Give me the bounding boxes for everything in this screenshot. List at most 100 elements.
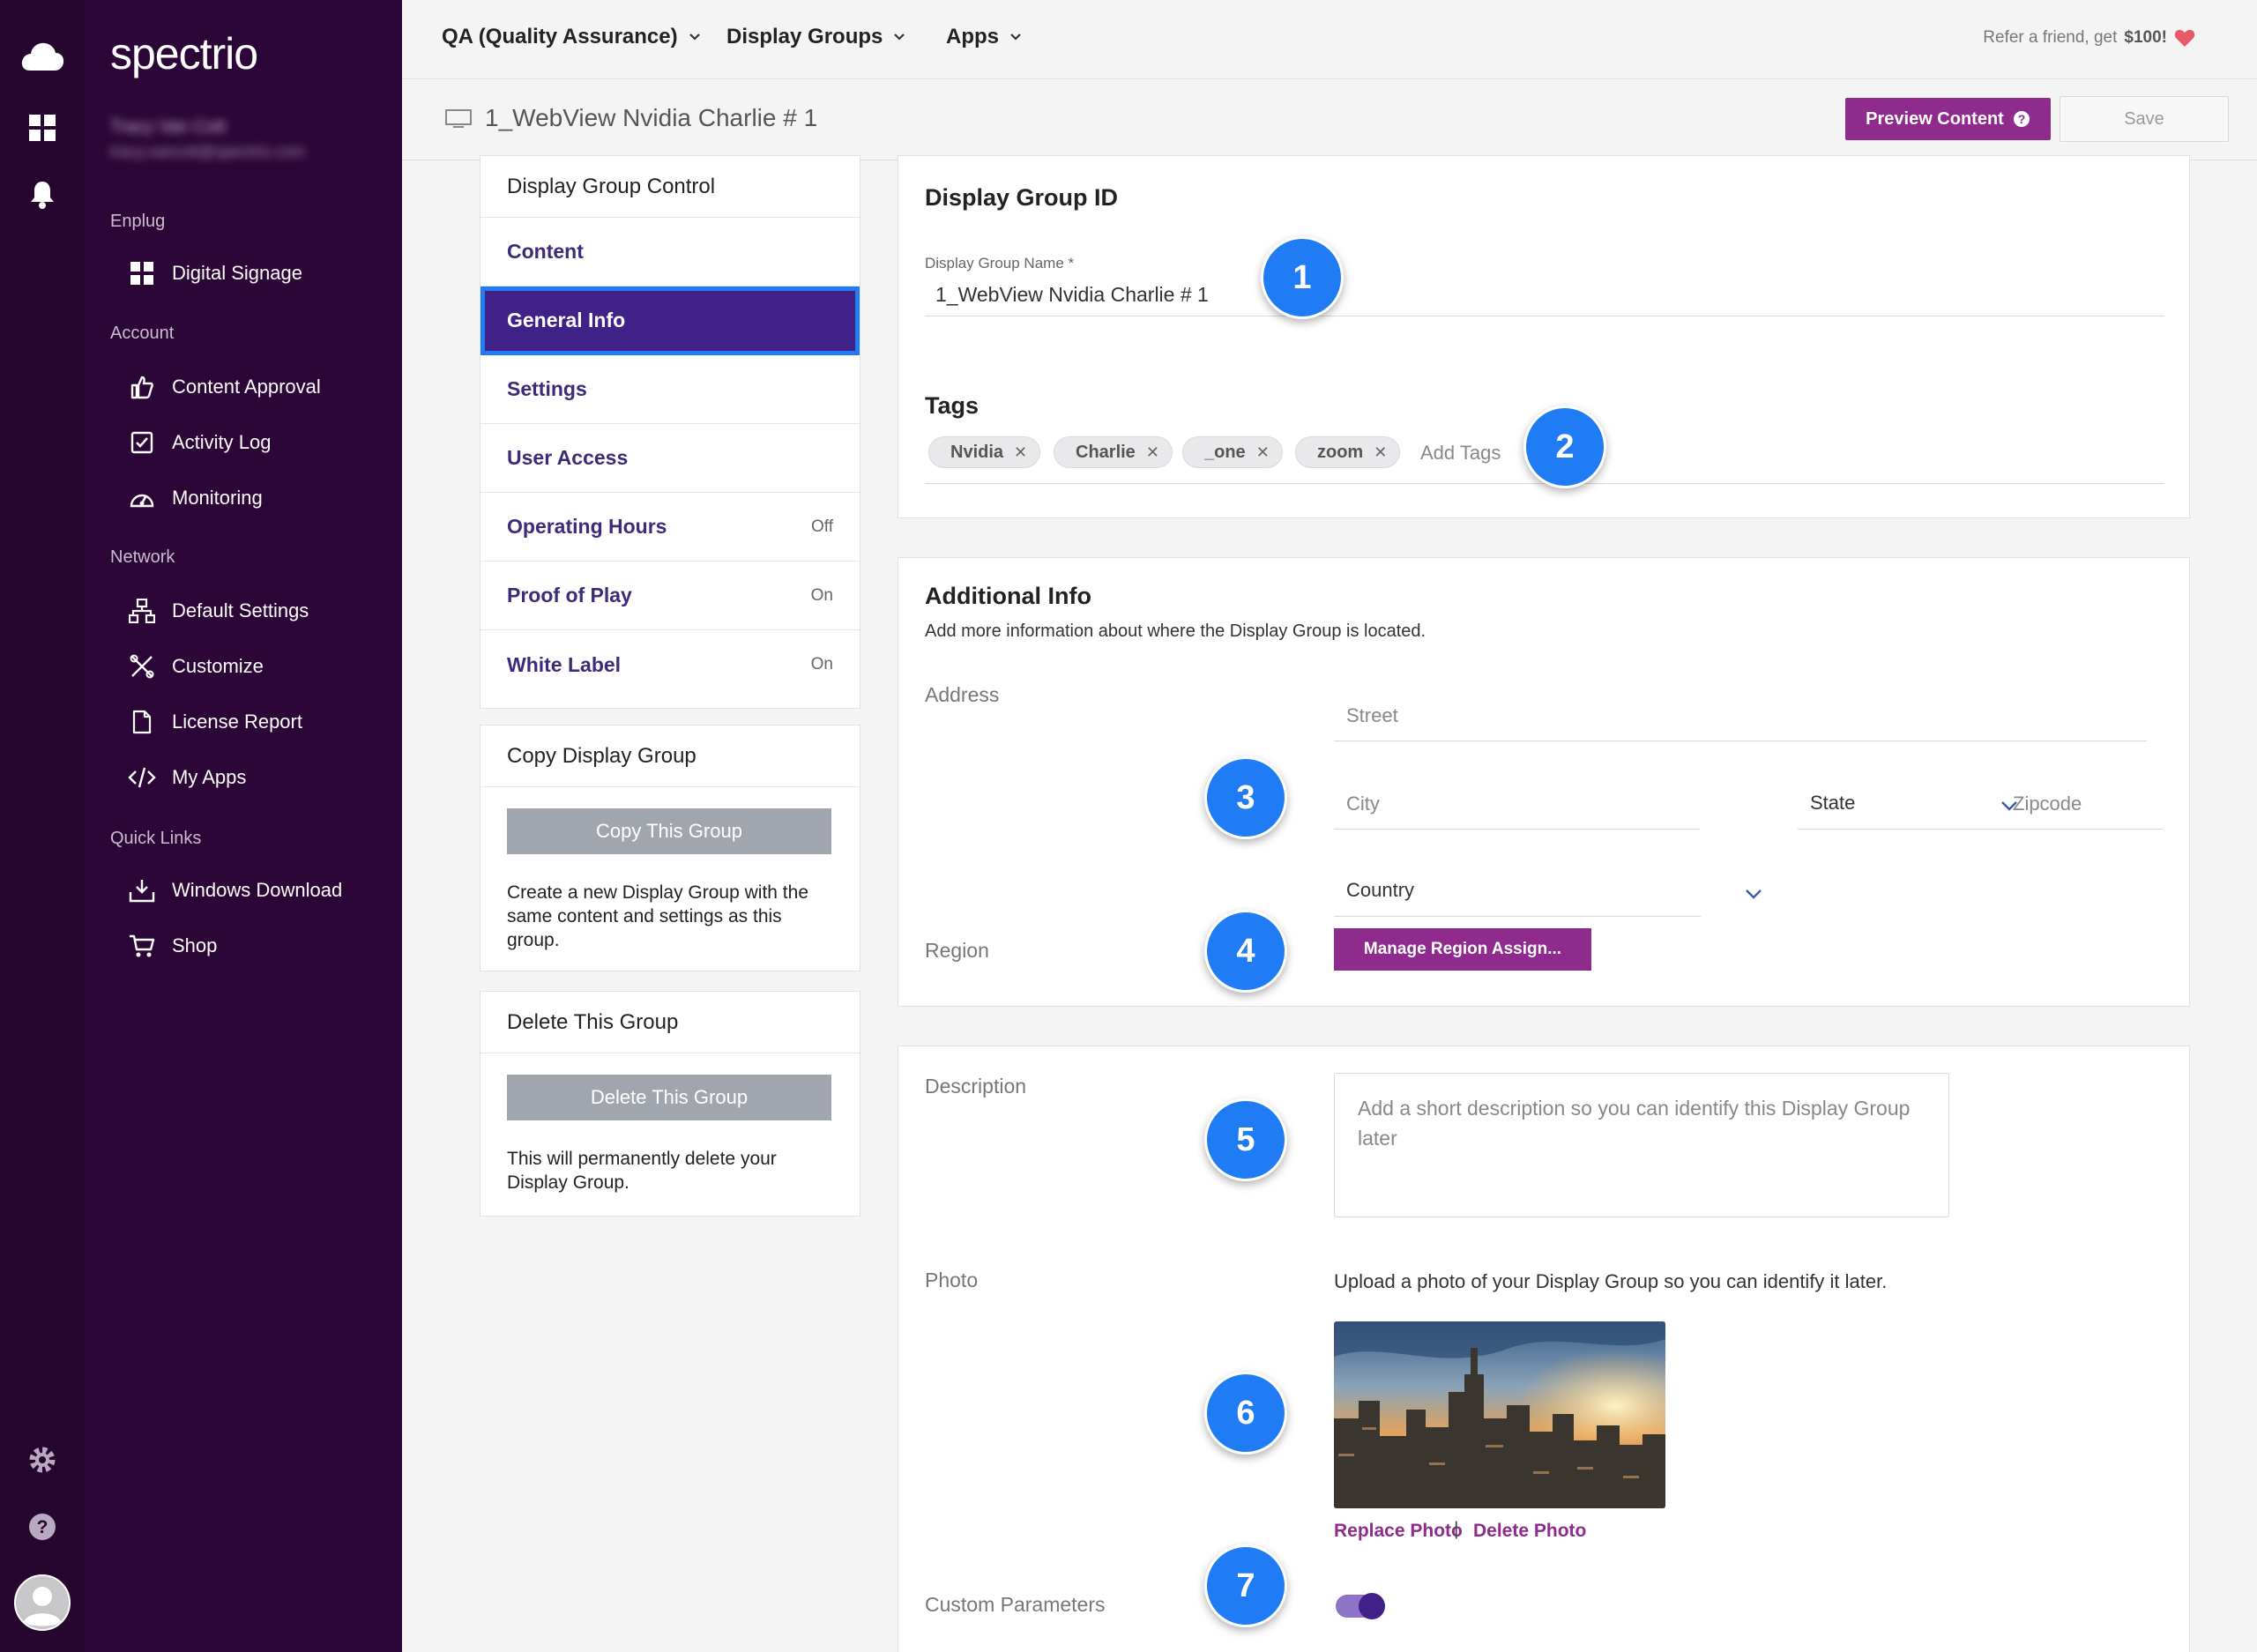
custom-parameters-toggle[interactable] — [1336, 1593, 1385, 1619]
help-icon: ? — [2013, 111, 2030, 127]
sidebar-item-default-settings[interactable]: Default Settings — [128, 593, 309, 629]
menu-organization[interactable]: QA (Quality Assurance) — [442, 25, 701, 49]
tab-general-info[interactable]: General Info — [480, 286, 860, 355]
help-icon[interactable]: ? — [0, 1513, 84, 1541]
dashboard-icon[interactable] — [0, 115, 84, 141]
avatar[interactable] — [0, 1574, 84, 1631]
tab-operating-hours[interactable]: Operating Hours Off — [480, 493, 860, 562]
tag-chip[interactable]: zoom ✕ — [1295, 436, 1401, 468]
delete-group-panel: Delete This Group Delete This Group This… — [480, 991, 860, 1217]
copy-group-button[interactable]: Copy This Group — [507, 808, 831, 854]
tab-state: On — [810, 655, 833, 673]
menu-display-groups[interactable]: Display Groups — [726, 25, 905, 49]
country-select[interactable]: Country — [1346, 879, 1414, 902]
street-input[interactable]: Street — [1346, 704, 1398, 727]
description-textarea[interactable]: Add a short description so you can ident… — [1334, 1073, 1949, 1217]
delete-photo-link[interactable]: Delete Photo — [1473, 1521, 1586, 1542]
sidebar-item-license-report[interactable]: License Report — [128, 704, 302, 740]
close-icon[interactable]: ✕ — [1374, 443, 1387, 462]
tab-content[interactable]: Content — [480, 218, 860, 286]
tag-label: Charlie — [1076, 442, 1136, 462]
sidebar-item-label: Shop — [172, 934, 218, 956]
chevron-down-icon[interactable] — [1745, 888, 1762, 900]
add-tags-input[interactable]: Add Tags — [1420, 442, 1501, 465]
sidebar-item-customize[interactable]: Customize — [128, 649, 264, 684]
zipcode-underline — [2002, 829, 2163, 830]
sidebar-item-label: Digital Signage — [172, 262, 302, 284]
sidebar-item-label: License Report — [172, 711, 302, 733]
sidebar-item-activity-log[interactable]: Activity Log — [128, 425, 272, 460]
photo-label: Photo — [925, 1269, 979, 1291]
panel-title: Display Group Control — [480, 156, 860, 218]
section-label-network: Network — [110, 547, 175, 567]
menu-label: QA (Quality Assurance) — [442, 25, 678, 48]
refer-friend-link[interactable]: Refer a friend, get $100! — [1983, 28, 2195, 48]
tab-white-label[interactable]: White Label On — [480, 630, 860, 699]
save-button[interactable]: Save — [2060, 96, 2229, 142]
state-select[interactable]: State — [1810, 792, 1855, 815]
close-icon[interactable]: ✕ — [1146, 443, 1159, 462]
display-group-photo — [1334, 1321, 1665, 1508]
address-label: Address — [925, 683, 1000, 706]
section-label-enplug: Enplug — [110, 212, 166, 231]
copy-group-description: Create a new Display Group with the same… — [507, 882, 808, 950]
preview-content-button[interactable]: Preview Content ? — [1845, 98, 2051, 140]
sidebar-item-label: Monitoring — [172, 487, 263, 509]
callout-badge: 4 — [1204, 910, 1287, 993]
name-field-label: Display Group Name * — [925, 255, 1075, 272]
tab-state: On — [810, 585, 833, 605]
callout-badge: 5 — [1204, 1098, 1287, 1181]
tab-label: User Access — [507, 446, 629, 469]
sidebar-item-content-approval[interactable]: Content Approval — [128, 369, 321, 405]
chevron-down-icon — [689, 33, 700, 41]
sidebar-item-shop[interactable]: Shop — [128, 928, 217, 964]
tab-label: Settings — [507, 377, 587, 400]
sidebar-item-my-apps[interactable]: My Apps — [128, 760, 246, 795]
cloud-icon[interactable] — [0, 41, 84, 72]
tab-label: Proof of Play — [507, 584, 632, 606]
close-icon[interactable]: ✕ — [1014, 443, 1027, 462]
refer-text: Refer a friend, get — [1983, 28, 2118, 47]
tab-label: Operating Hours — [507, 515, 667, 538]
city-input[interactable]: City — [1346, 793, 1380, 815]
callout-badge: 3 — [1204, 756, 1287, 839]
tag-label: Nvidia — [950, 442, 1004, 462]
preview-label: Preview Content — [1866, 108, 2004, 129]
tag-chip[interactable]: Charlie ✕ — [1054, 436, 1173, 468]
details-card: Description Add a short description so y… — [898, 1046, 2190, 1652]
close-icon[interactable]: ✕ — [1256, 443, 1270, 462]
tab-settings[interactable]: Settings — [480, 355, 860, 424]
main-content: Display Group Control Content General In… — [402, 155, 2257, 1652]
bell-icon[interactable] — [0, 180, 84, 210]
tab-proof-of-play[interactable]: Proof of Play On — [480, 562, 860, 630]
sidebar-item-windows-download[interactable]: Windows Download — [128, 873, 342, 908]
gear-icon[interactable] — [0, 1446, 84, 1474]
brand-logo[interactable]: spectrio — [110, 28, 258, 79]
section-label-quick-links: Quick Links — [110, 829, 202, 848]
tab-user-access[interactable]: User Access — [480, 424, 860, 493]
callout-badge: 7 — [1204, 1544, 1287, 1627]
zipcode-input[interactable]: Zipcode — [2013, 793, 2082, 815]
download-icon — [128, 876, 156, 904]
tag-chip[interactable]: Nvidia ✕ — [928, 436, 1041, 468]
page-header: 1_WebView Nvidia Charlie # 1 Preview Con… — [402, 79, 2257, 160]
chevron-down-icon — [894, 33, 905, 41]
menu-apps[interactable]: Apps — [946, 25, 1022, 49]
link-separator: | — [1454, 1519, 1459, 1539]
panel-title: Copy Display Group — [480, 726, 860, 787]
gauge-icon — [128, 484, 156, 512]
sidebar-item-label: Activity Log — [172, 431, 272, 453]
sidebar-item-digital-signage[interactable]: Digital Signage — [128, 256, 302, 291]
page-title: 1_WebView Nvidia Charlie # 1 — [444, 104, 817, 132]
delete-group-button[interactable]: Delete This Group — [507, 1075, 831, 1120]
tag-chip[interactable]: _one ✕ — [1182, 436, 1283, 468]
section-label-account: Account — [110, 324, 175, 343]
display-group-name-input[interactable]: 1_WebView Nvidia Charlie # 1 — [935, 283, 1209, 307]
tab-label: White Label — [507, 652, 622, 676]
sidebar-item-label: Windows Download — [172, 879, 343, 901]
custom-parameters-label: Custom Parameters — [925, 1593, 1106, 1616]
replace-photo-link[interactable]: Replace Photo — [1334, 1521, 1463, 1542]
manage-region-button[interactable]: Manage Region Assign... — [1334, 928, 1591, 971]
sidebar-item-monitoring[interactable]: Monitoring — [128, 480, 263, 516]
svg-text:?: ? — [2018, 112, 2026, 126]
